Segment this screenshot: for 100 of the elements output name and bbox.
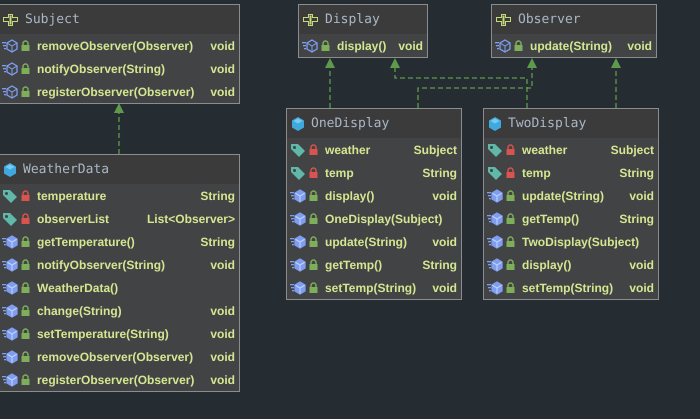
class-name: WeatherData: [23, 162, 110, 177]
member-name: removeObserver(Observer): [37, 38, 194, 52]
member-type: void: [398, 38, 423, 52]
method-icon: [2, 38, 18, 52]
member-name: registerObserver(Observer): [37, 372, 196, 386]
member-name: getTemp(): [522, 212, 580, 226]
member-name: update(String): [530, 38, 613, 52]
method-icon: [487, 212, 503, 226]
member-name: update(String): [522, 188, 605, 202]
method-icon: [2, 350, 18, 364]
member-type: void: [629, 188, 654, 202]
cube-icon: [488, 116, 502, 130]
class-node[interactable]: Observer update(String) void: [491, 4, 657, 58]
tag-icon: [487, 166, 503, 180]
class-node[interactable]: Subject removeObserver(Observer) void notifyObserver(String) void registerObserver(Observer) void: [0, 4, 240, 104]
member-type: void: [210, 84, 235, 98]
member-name: setTemp(String): [522, 280, 614, 294]
method-icon: [290, 212, 306, 226]
class-name: Observer: [518, 12, 581, 27]
member-type: void: [432, 188, 457, 202]
member-type: void: [432, 234, 457, 248]
interface-icon: [3, 14, 19, 26]
member-name: notifyObserver(String): [37, 62, 166, 76]
class-node[interactable]: [0, 154, 240, 392]
class-name: OneDisplay: [311, 116, 390, 131]
member-type: void: [629, 280, 654, 294]
tag-icon: [290, 166, 306, 180]
method-icon: [290, 188, 306, 202]
member-type: void: [432, 280, 457, 294]
method-icon: [2, 258, 18, 272]
inheritance-arrow: [114, 103, 124, 154]
interface-icon: [496, 14, 512, 26]
member-type: String: [619, 212, 654, 226]
member-name: registerObserver(Observer): [37, 84, 196, 98]
inheritance-arrow: [611, 58, 621, 108]
member-name: temp: [522, 166, 552, 180]
member-type: String: [422, 258, 457, 272]
method-icon: [2, 84, 18, 98]
member-type: void: [210, 304, 235, 318]
member-type: String: [422, 166, 457, 180]
method-icon: [2, 280, 18, 294]
member-name: display(): [325, 188, 376, 202]
method-icon: [290, 234, 306, 248]
member-name: TwoDisplay(Subject): [522, 234, 640, 248]
class-name: TwoDisplay: [508, 116, 586, 131]
member-name: temp: [325, 166, 355, 180]
method-icon: [2, 372, 18, 386]
member-name: display(): [522, 258, 572, 272]
member-name: removeObserver(Observer): [37, 350, 194, 364]
method-icon: [487, 280, 503, 294]
class-name: Display: [325, 12, 380, 27]
member-name: OneDisplay(Subject): [325, 212, 444, 226]
member-type: String: [619, 166, 654, 180]
member-type: void: [210, 326, 235, 340]
member-type: void: [627, 38, 652, 52]
member-name: setTemp(String): [325, 280, 418, 294]
member-name: notifyObserver(String): [37, 258, 166, 272]
cube-icon: [3, 162, 17, 176]
method-icon: [290, 280, 306, 294]
tag-icon: [487, 142, 503, 156]
class-node[interactable]: Display display() void: [298, 4, 428, 58]
member-type: void: [629, 258, 654, 272]
member-type: Subject: [414, 142, 457, 156]
cube-icon: [291, 116, 305, 130]
inheritance-arrow: [325, 58, 335, 108]
tag-icon: [2, 188, 18, 202]
member-name: getTemperature(): [37, 234, 136, 248]
tag-icon: [2, 212, 18, 226]
member-type: void: [210, 350, 235, 364]
member-name: change(String): [37, 304, 123, 318]
method-icon: [2, 326, 18, 340]
member-name: WeatherData(): [37, 280, 120, 294]
member-type: void: [210, 258, 235, 272]
member-type: void: [210, 62, 235, 76]
member-name: temperature: [37, 188, 108, 202]
method-icon: [2, 234, 18, 248]
method-icon: [495, 38, 511, 52]
member-type: String: [200, 234, 235, 248]
method-icon: [290, 258, 306, 272]
method-icon: [302, 38, 318, 52]
method-icon: [487, 258, 503, 272]
member-type: void: [210, 38, 235, 52]
method-icon: [487, 234, 503, 248]
member-name: weather: [325, 142, 372, 156]
member-type: List<Observer>: [146, 212, 235, 226]
member-name: getTemp(): [325, 258, 384, 272]
method-icon: [2, 62, 18, 76]
class-node[interactable]: OneDisplay weather Subject temp String display() void OneDisplay(Subject) update(String) void getTemp() String setTemp(String) void: [286, 108, 462, 300]
member-name: setTemperature(String): [37, 326, 170, 340]
method-icon: [2, 304, 18, 318]
member-type: void: [210, 372, 235, 386]
member-name: update(String): [325, 234, 408, 248]
member-name: display(): [337, 38, 388, 52]
interface-icon: [303, 14, 319, 26]
class-node[interactable]: TwoDisplay weather Subject temp String update(String) void getTemp() String TwoDisplay(Subject) display() void setTemp(String) void: [483, 108, 659, 300]
member-type: String: [200, 188, 235, 202]
member-name: weather: [522, 142, 568, 156]
class-name: Subject: [25, 12, 80, 27]
tag-icon: [290, 142, 306, 156]
method-icon: [487, 188, 503, 202]
